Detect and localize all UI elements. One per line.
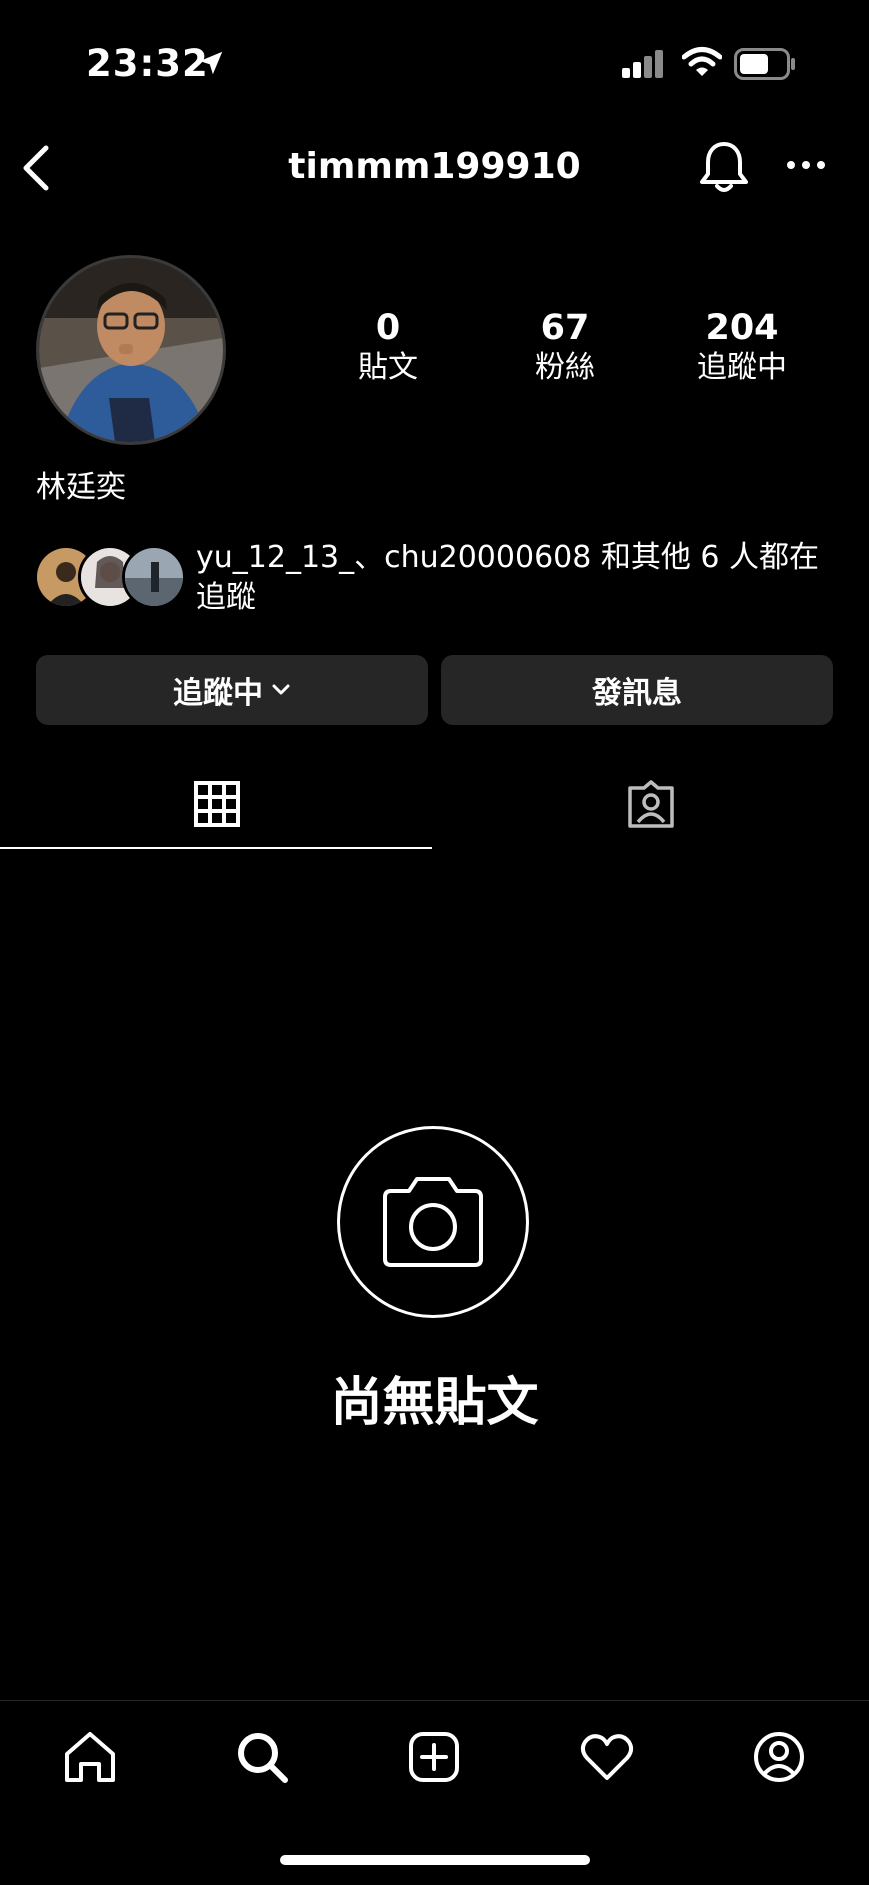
- empty-state-camera-circle: [337, 1126, 529, 1318]
- following-count-stat[interactable]: 204 追蹤中: [672, 308, 812, 388]
- followers-label: 粉絲: [535, 350, 595, 385]
- nav-home[interactable]: [61, 1728, 119, 1786]
- message-button[interactable]: 發訊息: [441, 655, 833, 725]
- mutual-followers-text[interactable]: yu_12_13_、chu20000608 和其他 6 人都在追蹤: [196, 538, 836, 618]
- heart-icon: [580, 1734, 634, 1780]
- bottom-nav-divider: [0, 1700, 869, 1701]
- followers-count-stat[interactable]: 67 粉絲: [495, 308, 635, 388]
- active-tab-indicator: [0, 847, 432, 849]
- profile-full-name: 林廷奕: [36, 470, 126, 505]
- avatar-photo: [39, 258, 223, 442]
- tagged-icon: [628, 780, 674, 828]
- nav-profile[interactable]: [750, 1728, 808, 1786]
- nav-activity[interactable]: [578, 1728, 636, 1786]
- home-indicator[interactable]: [280, 1855, 590, 1865]
- posts-count-stat: 0 貼文: [318, 308, 458, 388]
- status-time: 23:32: [86, 42, 209, 85]
- tab-tagged[interactable]: [434, 760, 868, 848]
- empty-state-text: 尚無貼文: [330, 1373, 539, 1433]
- location-arrow-icon: [199, 51, 223, 75]
- posts-count: 0: [375, 308, 401, 348]
- tab-posts-grid[interactable]: [0, 760, 434, 848]
- following-button-label: 追蹤中: [173, 676, 263, 711]
- camera-icon: [383, 1177, 483, 1267]
- nav-create-post[interactable]: [405, 1728, 463, 1786]
- message-button-label: 發訊息: [592, 676, 682, 711]
- following-button[interactable]: 追蹤中: [36, 655, 428, 725]
- grid-icon: [194, 781, 240, 827]
- posts-label: 貼文: [358, 350, 418, 385]
- wifi-icon: [682, 47, 722, 76]
- cellular-signal-icon: [622, 50, 663, 78]
- add-post-icon: [409, 1732, 459, 1782]
- home-icon: [65, 1732, 115, 1782]
- more-options-icon[interactable]: [786, 160, 826, 170]
- nav-search[interactable]: [233, 1728, 291, 1786]
- notification-bell-icon[interactable]: [698, 140, 750, 196]
- search-icon: [238, 1733, 288, 1783]
- profile-icon: [754, 1732, 804, 1782]
- following-count: 204: [705, 308, 779, 348]
- mutual-avatar: [122, 545, 186, 609]
- profile-avatar[interactable]: [36, 255, 226, 445]
- followers-count: 67: [540, 308, 590, 348]
- following-label: 追蹤中: [697, 350, 787, 385]
- mutual-followers-avatars[interactable]: [34, 545, 186, 609]
- battery-icon: [734, 48, 795, 80]
- chevron-down-icon: [272, 684, 290, 695]
